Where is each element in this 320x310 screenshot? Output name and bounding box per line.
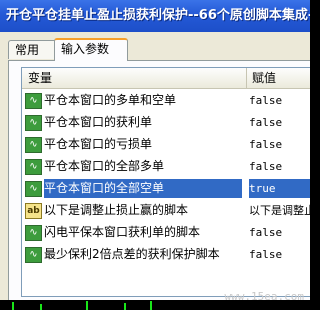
list-header: 变量 赋值: [22, 68, 310, 89]
tab-common[interactable]: 常用: [8, 40, 58, 59]
tab-input-parameters[interactable]: 输入参数: [54, 38, 128, 61]
parameter-value[interactable]: false: [249, 135, 310, 154]
chart-icon: ∿: [25, 247, 42, 263]
parameter-row[interactable]: ∿ 最少保利2倍点差的获利保护脚本 false: [22, 245, 310, 264]
parameter-value[interactable]: false: [249, 223, 310, 242]
parameter-name: 平仓本窗口的全部多单: [44, 159, 165, 173]
parameter-row[interactable]: ∿ 平仓本窗口的全部多单 false: [22, 157, 310, 176]
parameter-row[interactable]: ∿ 平仓本窗口的获利单 false: [22, 113, 310, 132]
parameter-name: 平仓本窗口的获利单: [44, 115, 153, 129]
parameter-name: 平仓本窗口的全部空单: [44, 179, 242, 198]
parameter-name: 平仓本窗口的多单和空单: [44, 93, 177, 107]
text-ab-icon: ab: [25, 203, 42, 219]
parameter-value[interactable]: false: [249, 113, 310, 132]
chart-bar: [86, 301, 88, 310]
chart-icon: ∿: [25, 159, 42, 175]
parameter-list: 变量 赋值 ∿ 平仓本窗口的多单和空单 false ∿ 平仓本窗口的获利单 fa…: [21, 67, 310, 297]
chart-icon: ∿: [25, 115, 42, 131]
chart-icon: ∿: [25, 181, 42, 197]
parameter-name: 最少保利2倍点差的获利保护脚本: [44, 247, 220, 261]
chart-icon: ∿: [25, 93, 42, 109]
parameter-row[interactable]: ab 以下是调整止损止赢的脚本 以下是调整止: [22, 201, 310, 220]
chart-bar: [12, 302, 14, 310]
parameter-row-selected[interactable]: ∿ 平仓本窗口的全部空单 true: [22, 179, 310, 198]
chart-bar: [150, 301, 152, 310]
window-title: 开仓平仓挂单止盈止损获利保护--66个原创脚本集成--: [6, 8, 310, 23]
chart-bar: [124, 303, 126, 310]
parameter-value[interactable]: false: [249, 91, 310, 110]
parameter-row[interactable]: ∿ 平仓本窗口的亏损单 false: [22, 135, 310, 154]
parameter-name: 以下是调整止损止赢的脚本: [44, 203, 189, 217]
parameter-value[interactable]: true: [249, 179, 310, 198]
parameter-name: 平仓本窗口的亏损单: [44, 137, 153, 151]
column-header-variable[interactable]: 变量: [22, 68, 247, 88]
parameter-row[interactable]: ∿ 闪电平保本窗口获利单的脚本 false: [22, 223, 310, 242]
parameter-value[interactable]: 以下是调整止: [249, 201, 310, 220]
chart-icon: ∿: [25, 225, 42, 241]
parameter-value[interactable]: false: [249, 245, 310, 264]
watermark: www.15ea.com: [224, 290, 304, 303]
dialog-window: 开仓平仓挂单止盈止损获利保护--66个原创脚本集成-- 常用 输入参数 变量 赋…: [0, 0, 310, 310]
parameter-row[interactable]: ∿ 平仓本窗口的多单和空单 false: [22, 91, 310, 110]
parameter-name: 闪电平保本窗口获利单的脚本: [44, 225, 201, 239]
chart-bar: [40, 304, 42, 310]
tab-panel: 变量 赋值 ∿ 平仓本窗口的多单和空单 false ∿ 平仓本窗口的获利单 fa…: [8, 60, 310, 302]
title-bar[interactable]: 开仓平仓挂单止盈止损获利保护--66个原创脚本集成--: [0, 0, 310, 32]
parameter-value[interactable]: false: [249, 157, 310, 176]
column-header-value[interactable]: 赋值: [246, 68, 276, 88]
chart-icon: ∿: [25, 137, 42, 153]
